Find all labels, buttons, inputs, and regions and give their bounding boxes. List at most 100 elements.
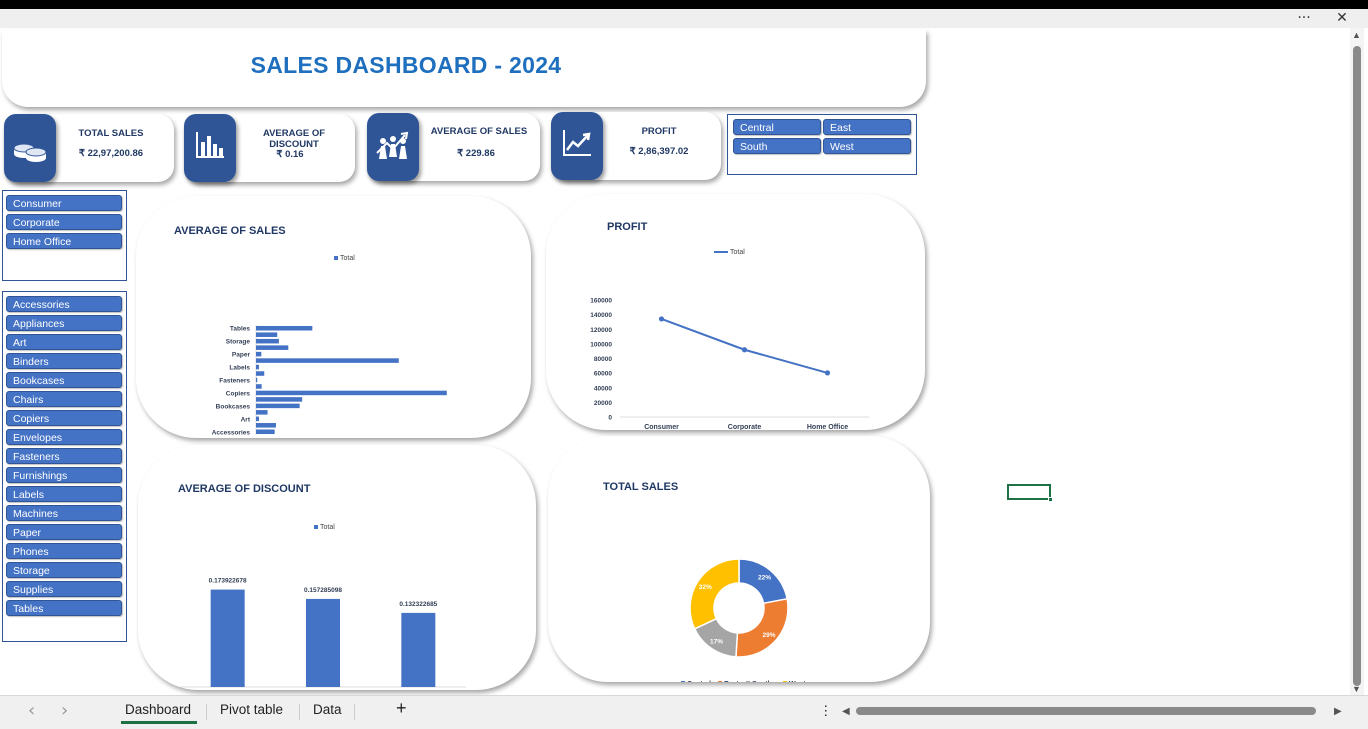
tab-divider [354, 704, 355, 720]
slicer-item-paper[interactable]: Paper [6, 524, 122, 540]
bar-paper [256, 351, 262, 357]
slicer-item-appliances[interactable]: Appliances [6, 315, 122, 331]
slicer-item-storage[interactable]: Storage [6, 562, 122, 578]
legend-label: Central [687, 681, 711, 682]
bar-furnishings [256, 371, 265, 376]
header-card: SALES DASHBOARD - 2024 [2, 30, 926, 107]
bar-chart-icon [184, 114, 236, 182]
profit-line-chart: 0 20000 40000 60000 80000 100000 120000 140000 1… [590, 298, 869, 430]
scroll-right-icon[interactable]: ▶ [1334, 706, 1342, 717]
y-tick-label: 120000 [590, 327, 612, 334]
kpi-value: ₹ 0.16 [276, 149, 304, 160]
add-sheet-button[interactable]: + [396, 698, 407, 719]
category-tick-label: Bookcases [216, 403, 251, 410]
y-tick-label: 80000 [594, 356, 612, 363]
subcategory-slicer: Accessories Appliances Art Binders Bookcases… [2, 291, 127, 642]
legend-label: South [752, 681, 772, 682]
kpi-value: ₹ 229.86 [457, 148, 495, 159]
tab-divider [299, 704, 300, 720]
more-options-button[interactable]: ··· [1290, 9, 1318, 28]
tab-divider [206, 704, 207, 720]
data-point-consumer [658, 316, 665, 322]
slicer-item-art[interactable]: Art [6, 334, 122, 350]
kpi-label: TOTAL SALES [78, 128, 144, 139]
scroll-up-icon[interactable]: ▲ [1352, 30, 1361, 40]
y-tick-label: 20000 [594, 400, 612, 407]
scroll-down-icon[interactable]: ▼ [1352, 684, 1361, 694]
category-tick-label: Copiers [226, 390, 251, 397]
bar-fasteners [256, 377, 258, 383]
slicer-item-east[interactable]: East [823, 119, 911, 135]
slice-label: 22% [758, 575, 771, 582]
total-sales-chart-card: TOTAL SALES 22%29%17%32%CentralEastSouth… [548, 436, 930, 682]
legend-swatch-central [681, 681, 685, 682]
slicer-item-consumer[interactable]: Consumer [6, 195, 122, 211]
legend-label: East [724, 681, 739, 682]
next-sheet-icon[interactable]: › [61, 700, 68, 721]
x-tick-label: Consumer [644, 424, 679, 430]
legend-swatch-south [746, 681, 750, 682]
slicer-item-copiers[interactable]: Copiers [6, 410, 122, 426]
title-bar: ··· ✕ [0, 9, 1368, 28]
slicer-item-corporate[interactable]: Corporate [6, 214, 122, 230]
slicer-item-central[interactable]: Central [733, 119, 821, 135]
region-slicer: Central East South West [727, 114, 917, 175]
profit-series-line [661, 317, 828, 374]
vertical-scrollbar[interactable]: ▲ ▼ [1350, 28, 1364, 695]
scroll-left-icon[interactable]: ◀ [842, 706, 850, 717]
horizontal-scroll-thumb[interactable] [856, 707, 1316, 715]
slice-east [735, 597, 789, 658]
slicer-item-machines[interactable]: Machines [6, 505, 122, 521]
bar-tables [256, 325, 313, 331]
slicer-item-fasteners[interactable]: Fasteners [6, 448, 122, 464]
slicer-item-south[interactable]: South [733, 138, 821, 154]
data-label: 0.157285098 [304, 587, 342, 594]
slicer-item-home-office[interactable]: Home Office [6, 233, 122, 249]
average-sales-chart-card: AVERAGE OF SALES Total Tables Storage Pape… [136, 196, 531, 438]
average-sales-bar-chart: Tables Storage Paper Labels Fasteners Copiers… [212, 325, 447, 436]
kpi-label: AVERAGE OF SALES [430, 126, 528, 137]
tab-menu-icon[interactable]: ⋮ [819, 703, 833, 719]
slicer-item-chairs[interactable]: Chairs [6, 391, 122, 407]
bar-office-supplies [306, 598, 340, 687]
slicer-item-tables[interactable]: Tables [6, 600, 122, 616]
average-discount-bar-chart: 0.173922678Furniture0.157285098Office Su… [180, 578, 466, 688]
selected-cell[interactable] [1007, 484, 1053, 502]
slicer-item-supplies[interactable]: Supplies [6, 581, 122, 597]
category-tick-label: Labels [229, 365, 250, 372]
bar-supplies [256, 332, 278, 337]
x-tick-label: Corporate [728, 424, 762, 430]
category-tick-label: Fasteners [219, 378, 250, 385]
y-tick-label: 60000 [594, 371, 612, 378]
kpi-card-average-sales: AVERAGE OF SALES ₹ 229.86 [367, 113, 540, 181]
prev-sheet-icon[interactable]: ‹ [28, 700, 35, 721]
close-button[interactable]: ✕ [1328, 9, 1356, 28]
worksheet[interactable]: SALES DASHBOARD - 2024 TOTAL SALES ₹ 22,… [0, 28, 1346, 695]
slicer-item-west[interactable]: West [823, 138, 911, 154]
slicer-item-accessories[interactable]: Accessories [6, 296, 122, 312]
fill-handle[interactable] [1048, 497, 1053, 502]
kpi-card-total-sales: TOTAL SALES ₹ 22,97,200.86 [4, 114, 174, 182]
bar-machines [256, 358, 399, 363]
bar-storage [256, 338, 279, 344]
slicer-item-labels[interactable]: Labels [6, 486, 122, 502]
active-tab-indicator [121, 721, 197, 724]
slicer-item-binders[interactable]: Binders [6, 353, 122, 369]
slice-west [689, 558, 740, 630]
slicer-item-envelopes[interactable]: Envelopes [6, 429, 122, 445]
category-tick-label: Paper [232, 352, 251, 359]
slicer-item-phones[interactable]: Phones [6, 543, 122, 559]
slicer-item-bookcases[interactable]: Bookcases [6, 372, 122, 388]
tab-pivot-table[interactable]: Pivot table [220, 702, 283, 717]
data-point-corporate [741, 347, 748, 353]
y-tick-label: 40000 [594, 385, 612, 392]
total-sales-donut-chart: 22% 29% 17% 32% Central East South West [681, 558, 806, 682]
legend-swatch-west [783, 681, 787, 682]
tab-dashboard[interactable]: Dashboard [125, 702, 191, 717]
bar-art [256, 416, 259, 422]
bar-labels [256, 364, 259, 370]
slicer-item-furnishings[interactable]: Furnishings [6, 467, 122, 483]
tab-data[interactable]: Data [313, 702, 342, 717]
kpi-value: ₹ 2,86,397.02 [629, 146, 689, 157]
vertical-scroll-thumb[interactable] [1353, 46, 1361, 686]
